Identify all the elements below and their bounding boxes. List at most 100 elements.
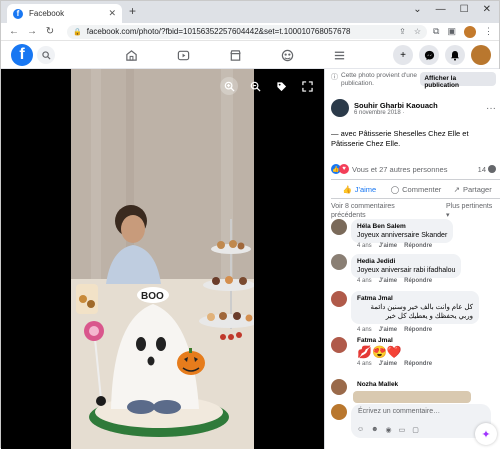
commenter-name[interactable]: Hedia Jedidi [357, 257, 455, 266]
comment-placeholder: Écrivez un commentaire… [358, 408, 441, 415]
menu-kebab-icon[interactable]: ⋮ [484, 26, 493, 37]
info-icon: ⓘ [331, 74, 338, 81]
comment-reply-button[interactable]: Répondre [404, 361, 432, 367]
facebook-favicon-icon: f [13, 8, 23, 19]
my-avatar[interactable] [331, 404, 347, 420]
watch-video-icon[interactable] [173, 45, 193, 65]
menu-hamburger-icon[interactable] [329, 45, 349, 65]
comment-meta: 4 ans J'aime Répondre [357, 361, 433, 367]
photo-controls [220, 77, 316, 95]
minimize-icon[interactable]: — [436, 4, 446, 15]
browser-tab[interactable]: f Facebook ✕ [7, 4, 122, 23]
sticker-icon[interactable]: ▢ [412, 426, 419, 434]
view-previous-comments[interactable]: Voir 8 commentaires précédents [331, 202, 413, 220]
comment-like-button[interactable]: J'aime [379, 243, 397, 249]
facebook-header: f + [1, 41, 499, 69]
comment-reply-button[interactable]: Répondre [404, 278, 432, 284]
commenter-name[interactable]: Fatma Jmal [357, 294, 473, 303]
facebook-logo-icon[interactable]: f [11, 44, 33, 66]
comment-text: Joyeux anniversaire Skander [357, 232, 448, 239]
url-input[interactable]: 🔒 facebook.com/photo/?fbid=1015635225760… [67, 24, 428, 39]
comment-meta: 4 ans J'aime Répondre [357, 327, 433, 333]
comment-bubble: Hedia Jedidi Joyeux aniversair rabi ifad… [351, 254, 462, 278]
profile-avatar[interactable] [464, 25, 476, 38]
bookmark-star-icon[interactable]: ☆ [414, 27, 421, 36]
comment-image[interactable] [353, 391, 471, 403]
comment-bubble: Fatma Jmal كل عام وانت بالف خير وسنين دا… [351, 291, 479, 324]
notifications-bell-icon[interactable] [445, 45, 465, 65]
comment-reply-button[interactable]: Répondre [404, 243, 432, 249]
new-tab-icon[interactable]: + [129, 4, 136, 18]
close-window-icon[interactable]: ✕ [483, 4, 491, 15]
chevron-down-icon[interactable]: ⌄ [413, 4, 421, 15]
close-tab-icon[interactable]: ✕ [108, 8, 116, 19]
messenger-chat-icon[interactable]: ✦ [475, 423, 497, 445]
extensions-icon[interactable]: ⧉ [433, 26, 439, 37]
commenter-name[interactable]: Héla Ben Salem [357, 222, 447, 231]
composer-tools: ☺ ☻ ◉ ▭ ▢ [357, 426, 419, 434]
messenger-icon[interactable] [419, 45, 439, 65]
reactions-text[interactable]: Vous et 27 autres personnes [352, 165, 447, 174]
share-arrow-icon: ↗ [453, 184, 460, 194]
maximize-icon[interactable]: ☐ [460, 4, 469, 15]
more-options-icon[interactable]: ··· [486, 103, 496, 114]
tag-icon[interactable] [272, 77, 290, 95]
fullscreen-icon[interactable] [298, 77, 316, 95]
home-icon[interactable] [121, 45, 141, 65]
header-right-actions: + [393, 45, 491, 65]
lock-icon[interactable]: 🔒 [73, 28, 82, 36]
share-button[interactable]: ↗ Partager [444, 185, 500, 194]
browser-window: f Facebook ✕ + ⌄ — ☐ ✕ ← → ↻ 🔒 facebook.… [0, 0, 500, 449]
zoom-in-icon[interactable] [220, 77, 238, 95]
comment-bubble: Héla Ben Salem Joyeux anniversaire Skand… [351, 219, 454, 243]
commenter-avatar[interactable] [331, 379, 347, 395]
comment-like-button[interactable]: J'aime [379, 327, 397, 333]
marketplace-icon[interactable] [225, 45, 245, 65]
sidepanel-icon[interactable]: ▣ [447, 26, 456, 37]
post-photo[interactable]: BOO [71, 69, 254, 449]
url-text: facebook.com/photo/?fbid=101563522576044… [86, 27, 351, 36]
photo-source-notice: ⓘ Cette photo provient d'une publication… [331, 72, 496, 89]
commenter-name[interactable]: Fatma Jmal [357, 337, 393, 344]
avatar-sticker-icon[interactable]: ☺ [357, 426, 364, 434]
comment-like-button[interactable]: J'aime [379, 278, 397, 284]
comment-input[interactable]: Écrivez un commentaire… ☺ ☻ ◉ ▭ ▢ [351, 404, 491, 438]
gif-icon[interactable]: ▭ [399, 426, 406, 434]
sort-relevant-dropdown[interactable]: Plus pertinents ▾ [446, 202, 496, 220]
commenter-avatar[interactable] [331, 254, 347, 270]
commenter-avatar[interactable] [331, 337, 347, 353]
window-controls: ⌄ — ☐ ✕ [413, 4, 491, 15]
forward-icon[interactable]: → [25, 26, 39, 37]
main-nav [121, 45, 349, 65]
back-icon[interactable]: ← [7, 26, 21, 37]
comment-meta: 4 ans J'aime Répondre [357, 243, 433, 249]
comment-button[interactable]: ◯ Commenter [388, 185, 445, 194]
reload-icon[interactable]: ↻ [43, 26, 57, 37]
post-actions: 👍 J'aime ◯ Commenter ↗ Partager [331, 179, 500, 199]
author-name[interactable]: Souhir Gharbi Kaouach [354, 101, 438, 110]
comment-like-button[interactable]: J'aime [379, 361, 397, 367]
like-button[interactable]: 👍 J'aime [331, 185, 388, 194]
comment-meta: 4 ans J'aime Répondre [357, 278, 433, 284]
comment-count[interactable]: 14 [478, 165, 496, 174]
view-post-button[interactable]: Afficher la publication [420, 72, 496, 89]
comment-text: كل عام وانت بالف خير وسنين دائمة وربي يح… [370, 304, 473, 320]
commenter-avatar[interactable] [331, 291, 347, 307]
author-avatar[interactable] [331, 99, 349, 117]
post-details-panel: ⓘ Cette photo provient d'une publication… [324, 69, 500, 449]
commenter-name[interactable]: Nozha Mallek [357, 381, 398, 388]
comment-reply-button[interactable]: Répondre [404, 327, 432, 333]
post-date[interactable]: 6 novembre 2018 · [354, 110, 438, 116]
comment-icon: ◯ [390, 184, 400, 194]
share-icon[interactable]: ⇪ [399, 27, 406, 36]
camera-icon[interactable]: ◉ [386, 426, 392, 434]
thumbs-up-icon: 👍 [342, 184, 352, 194]
zoom-out-icon[interactable] [246, 77, 264, 95]
create-plus-icon[interactable]: + [393, 45, 413, 65]
emoji-icon[interactable]: ☻ [371, 426, 378, 434]
account-avatar[interactable] [471, 45, 491, 65]
commenter-avatar[interactable] [331, 219, 347, 235]
search-icon[interactable] [37, 46, 55, 64]
cake-boo-text: BOO [141, 291, 164, 302]
groups-icon[interactable] [277, 45, 297, 65]
